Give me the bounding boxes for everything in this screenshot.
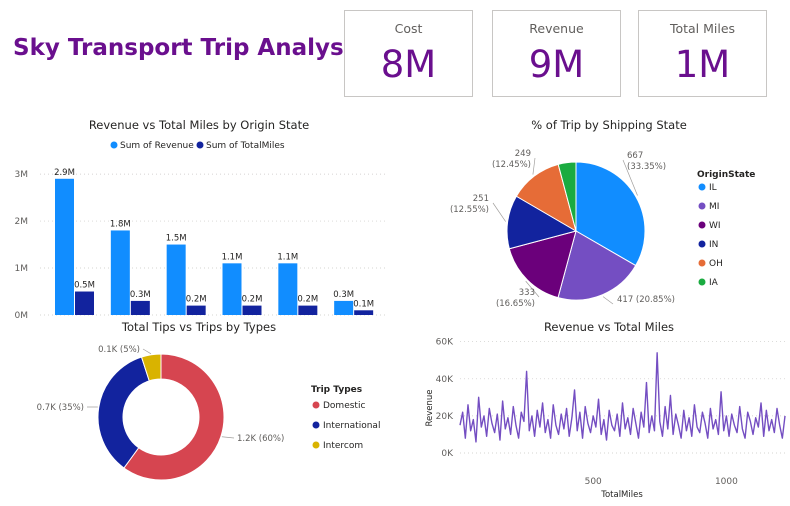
pie-legend-marker-wi — [698, 221, 706, 229]
pie-data-label: 251 — [473, 194, 489, 204]
legend-label-miles: Sum of TotalMiles — [206, 141, 285, 151]
pie-data-label: (16.65%) — [496, 299, 535, 309]
donut-legend-marker-domestic — [312, 401, 320, 409]
pie-legend-label-mi: MI — [709, 202, 719, 212]
bar-revenue-in[interactable] — [222, 263, 242, 315]
donut-legend-marker-international — [312, 421, 320, 429]
legend-marker-miles — [196, 141, 204, 149]
pie-leader-line — [492, 202, 506, 222]
pie-data-label: (12.45%) — [492, 160, 531, 170]
pie-leader-line — [602, 296, 614, 305]
donut-legend-marker-intercom — [312, 441, 320, 449]
line-y-tick-label: 60K — [436, 338, 454, 348]
bar-chart-title: Revenue vs Total Miles by Origin State — [89, 118, 309, 132]
legend-marker-revenue — [110, 141, 118, 149]
bar-miles-ia[interactable] — [354, 310, 374, 315]
bar-y-tick-label: 2M — [15, 217, 29, 227]
donut-legend-label-intercom: Intercom — [323, 441, 363, 451]
bar-miles-mi[interactable] — [130, 300, 150, 315]
pie-legend-marker-mi — [698, 202, 706, 210]
bar-data-label: 1.1M — [277, 252, 298, 262]
bar-data-label: 0.3M — [130, 290, 151, 300]
donut-legend-title: Trip Types — [311, 385, 362, 395]
bar-revenue-oh[interactable] — [278, 263, 298, 315]
pie-legend-marker-il — [698, 183, 706, 191]
pie-legend-label-wi: WI — [709, 221, 721, 231]
donut-chart-title: Total Tips vs Trips by Types — [121, 320, 276, 334]
dashboard-charts[interactable]: Revenue vs Total Miles by Origin State Su… — [0, 0, 790, 506]
line-series-revenue[interactable] — [459, 352, 786, 443]
line-x-tick-label: 500 — [585, 477, 602, 487]
bar-data-label: 0.5M — [74, 281, 95, 291]
bar-miles-oh[interactable] — [298, 305, 318, 315]
pie-legend-title: OriginState — [697, 170, 755, 180]
bar-data-label: 0.2M — [297, 295, 318, 305]
bar-y-tick-label: 1M — [15, 264, 29, 274]
donut-legend-label-international: International — [323, 421, 380, 431]
pie-legend-marker-oh — [698, 259, 706, 267]
pie-data-label: 667 — [627, 151, 643, 161]
bar-revenue-mi[interactable] — [110, 230, 130, 315]
pie-data-label: (33.35%) — [627, 162, 666, 172]
bar-revenue-ia[interactable] — [334, 300, 354, 315]
pie-legend-label-il: IL — [709, 183, 717, 193]
bar-miles-il[interactable] — [75, 291, 94, 315]
line-y-tick-label: 20K — [436, 412, 454, 422]
bar-revenue-wi[interactable] — [166, 244, 186, 315]
bar-data-label: 1.1M — [222, 252, 243, 262]
pie-legend-label-ia: IA — [709, 278, 719, 288]
donut-leader-line — [221, 436, 235, 439]
bar-miles-in[interactable] — [242, 305, 262, 315]
legend-label-revenue: Sum of Revenue — [120, 141, 194, 151]
bar-y-tick-label: 3M — [15, 170, 29, 180]
bar-data-label: 0.2M — [186, 295, 207, 305]
pie-legend-label-oh: OH — [709, 259, 723, 269]
donut-leader-line — [142, 348, 152, 355]
line-x-axis-label: TotalMiles — [600, 490, 643, 500]
pie-data-label: (12.55%) — [450, 205, 489, 215]
bar-data-label: 0.1M — [353, 299, 374, 309]
bar-miles-wi[interactable] — [186, 305, 206, 315]
line-y-tick-label: 0K — [441, 449, 454, 459]
pie-legend-label-in: IN — [709, 240, 718, 250]
donut-data-label: 1.2K (60%) — [237, 434, 284, 444]
pie-legend-marker-in — [698, 240, 706, 248]
donut-legend-label-domestic: Domestic — [323, 401, 365, 411]
line-y-tick-label: 40K — [436, 375, 454, 385]
bar-data-label: 0.2M — [242, 295, 263, 305]
donut-data-label: 0.1K (5%) — [98, 345, 140, 355]
pie-data-label: 249 — [515, 149, 531, 159]
pie-data-label: 417 (20.85%) — [617, 295, 675, 305]
pie-legend-marker-ia — [698, 278, 706, 286]
bar-data-label: 0.3M — [333, 290, 354, 300]
line-x-tick-label: 1000 — [715, 477, 738, 487]
pie-chart-title: % of Trip by Shipping State — [531, 118, 687, 132]
bar-data-label: 1.8M — [110, 219, 131, 229]
line-y-axis-label: Revenue — [425, 389, 435, 426]
pie-data-label: 333 — [519, 288, 535, 298]
donut-data-label: 0.7K (35%) — [37, 403, 84, 413]
bar-y-tick-label: 0M — [15, 311, 29, 321]
pie-leader-line — [532, 157, 536, 175]
bar-data-label: 2.9M — [54, 168, 75, 178]
bar-revenue-il[interactable] — [55, 178, 74, 315]
line-chart-title: Revenue vs Total Miles — [544, 320, 674, 334]
bar-data-label: 1.5M — [166, 234, 187, 244]
